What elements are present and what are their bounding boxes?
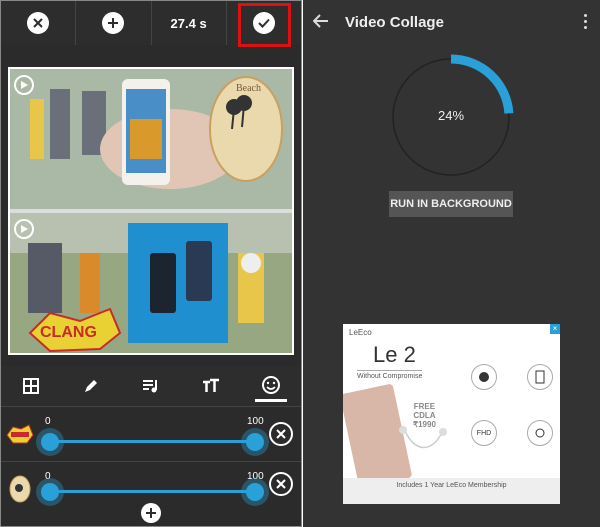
grid-icon	[23, 378, 39, 394]
progress-percentage: 24%	[437, 108, 465, 123]
plus-icon	[146, 508, 156, 518]
sticker-row: 0 100	[1, 406, 301, 461]
back-arrow-icon[interactable]	[312, 12, 329, 33]
ad-headline: Le 2	[373, 342, 416, 367]
play-icon[interactable]	[14, 75, 34, 95]
discard-button[interactable]	[1, 1, 77, 45]
clip-bottom[interactable]: CLANG	[10, 213, 292, 353]
page-title: Video Collage	[345, 14, 444, 31]
add-clip-button[interactable]	[76, 1, 152, 45]
ad-feature-display-icon: FHD	[471, 420, 497, 446]
smiley-icon	[262, 375, 280, 394]
range-end-handle[interactable]	[246, 483, 264, 501]
pencil-icon	[85, 380, 97, 392]
duration-label: 27.4 s	[170, 15, 207, 31]
svg-text:CLANG: CLANG	[40, 324, 97, 341]
range-start-handle[interactable]	[41, 483, 59, 501]
range-max-label: 100	[247, 471, 264, 482]
ad-feature-processor-icon	[471, 364, 497, 390]
range-track[interactable]	[49, 490, 255, 493]
ad-earphones-image	[399, 425, 447, 449]
draw-tool[interactable]	[75, 370, 107, 402]
collage-preview: Beach CLANG	[8, 67, 294, 355]
range-min-label: 0	[45, 471, 51, 482]
remove-sticker-button[interactable]	[269, 472, 293, 496]
export-progress-panel: Video Collage 24% RUN IN BACKGROUND × Le…	[303, 0, 600, 527]
ad-brand: LeEco	[349, 328, 372, 337]
ad-feature-camera-icon	[527, 420, 553, 446]
close-icon	[276, 479, 286, 489]
range-start-handle[interactable]	[41, 433, 59, 451]
add-sticker-button[interactable]	[141, 503, 161, 523]
close-icon	[276, 429, 286, 439]
progress-arc	[450, 54, 514, 114]
clip-top[interactable]: Beach	[10, 69, 292, 209]
music-list-icon	[143, 380, 157, 393]
duration-display: 27.4 s	[152, 1, 227, 45]
music-tool[interactable]	[135, 370, 167, 402]
collage-editor-panel: 27.4 s Beach CLANG 0 100 0 100	[0, 0, 302, 527]
highlight-box	[238, 3, 291, 47]
more-options-icon[interactable]	[584, 14, 588, 32]
ad-feature-memory-icon	[527, 364, 553, 390]
plus-icon	[102, 12, 125, 34]
remove-sticker-button[interactable]	[269, 422, 293, 446]
sticker-thumbnail-clang[interactable]	[5, 419, 35, 449]
ad-tagline: Without Compromise	[357, 370, 423, 380]
ad-footer: Includes 1 Year LeEco Membership	[343, 478, 560, 504]
edit-tools-bar	[1, 366, 301, 406]
play-icon[interactable]	[14, 219, 34, 239]
close-icon	[27, 12, 50, 34]
ad-close-icon[interactable]: ×	[550, 324, 560, 334]
svg-text:Beach: Beach	[236, 83, 261, 94]
range-max-label: 100	[247, 416, 264, 427]
app-bar: Video Collage	[303, 0, 600, 44]
run-in-background-button[interactable]: RUN IN BACKGROUND	[389, 191, 513, 217]
sticker-thumbnail-beach[interactable]	[5, 474, 35, 504]
text-size-icon	[203, 378, 219, 392]
layout-tool[interactable]	[15, 370, 47, 402]
sticker-tool[interactable]	[255, 370, 287, 402]
advertisement-banner[interactable]: × LeEco Le 2 Without Compromise FREE CDL…	[343, 324, 560, 504]
range-end-handle[interactable]	[246, 433, 264, 451]
range-min-label: 0	[45, 416, 51, 427]
range-track[interactable]	[49, 440, 255, 443]
text-tool[interactable]	[195, 370, 227, 402]
